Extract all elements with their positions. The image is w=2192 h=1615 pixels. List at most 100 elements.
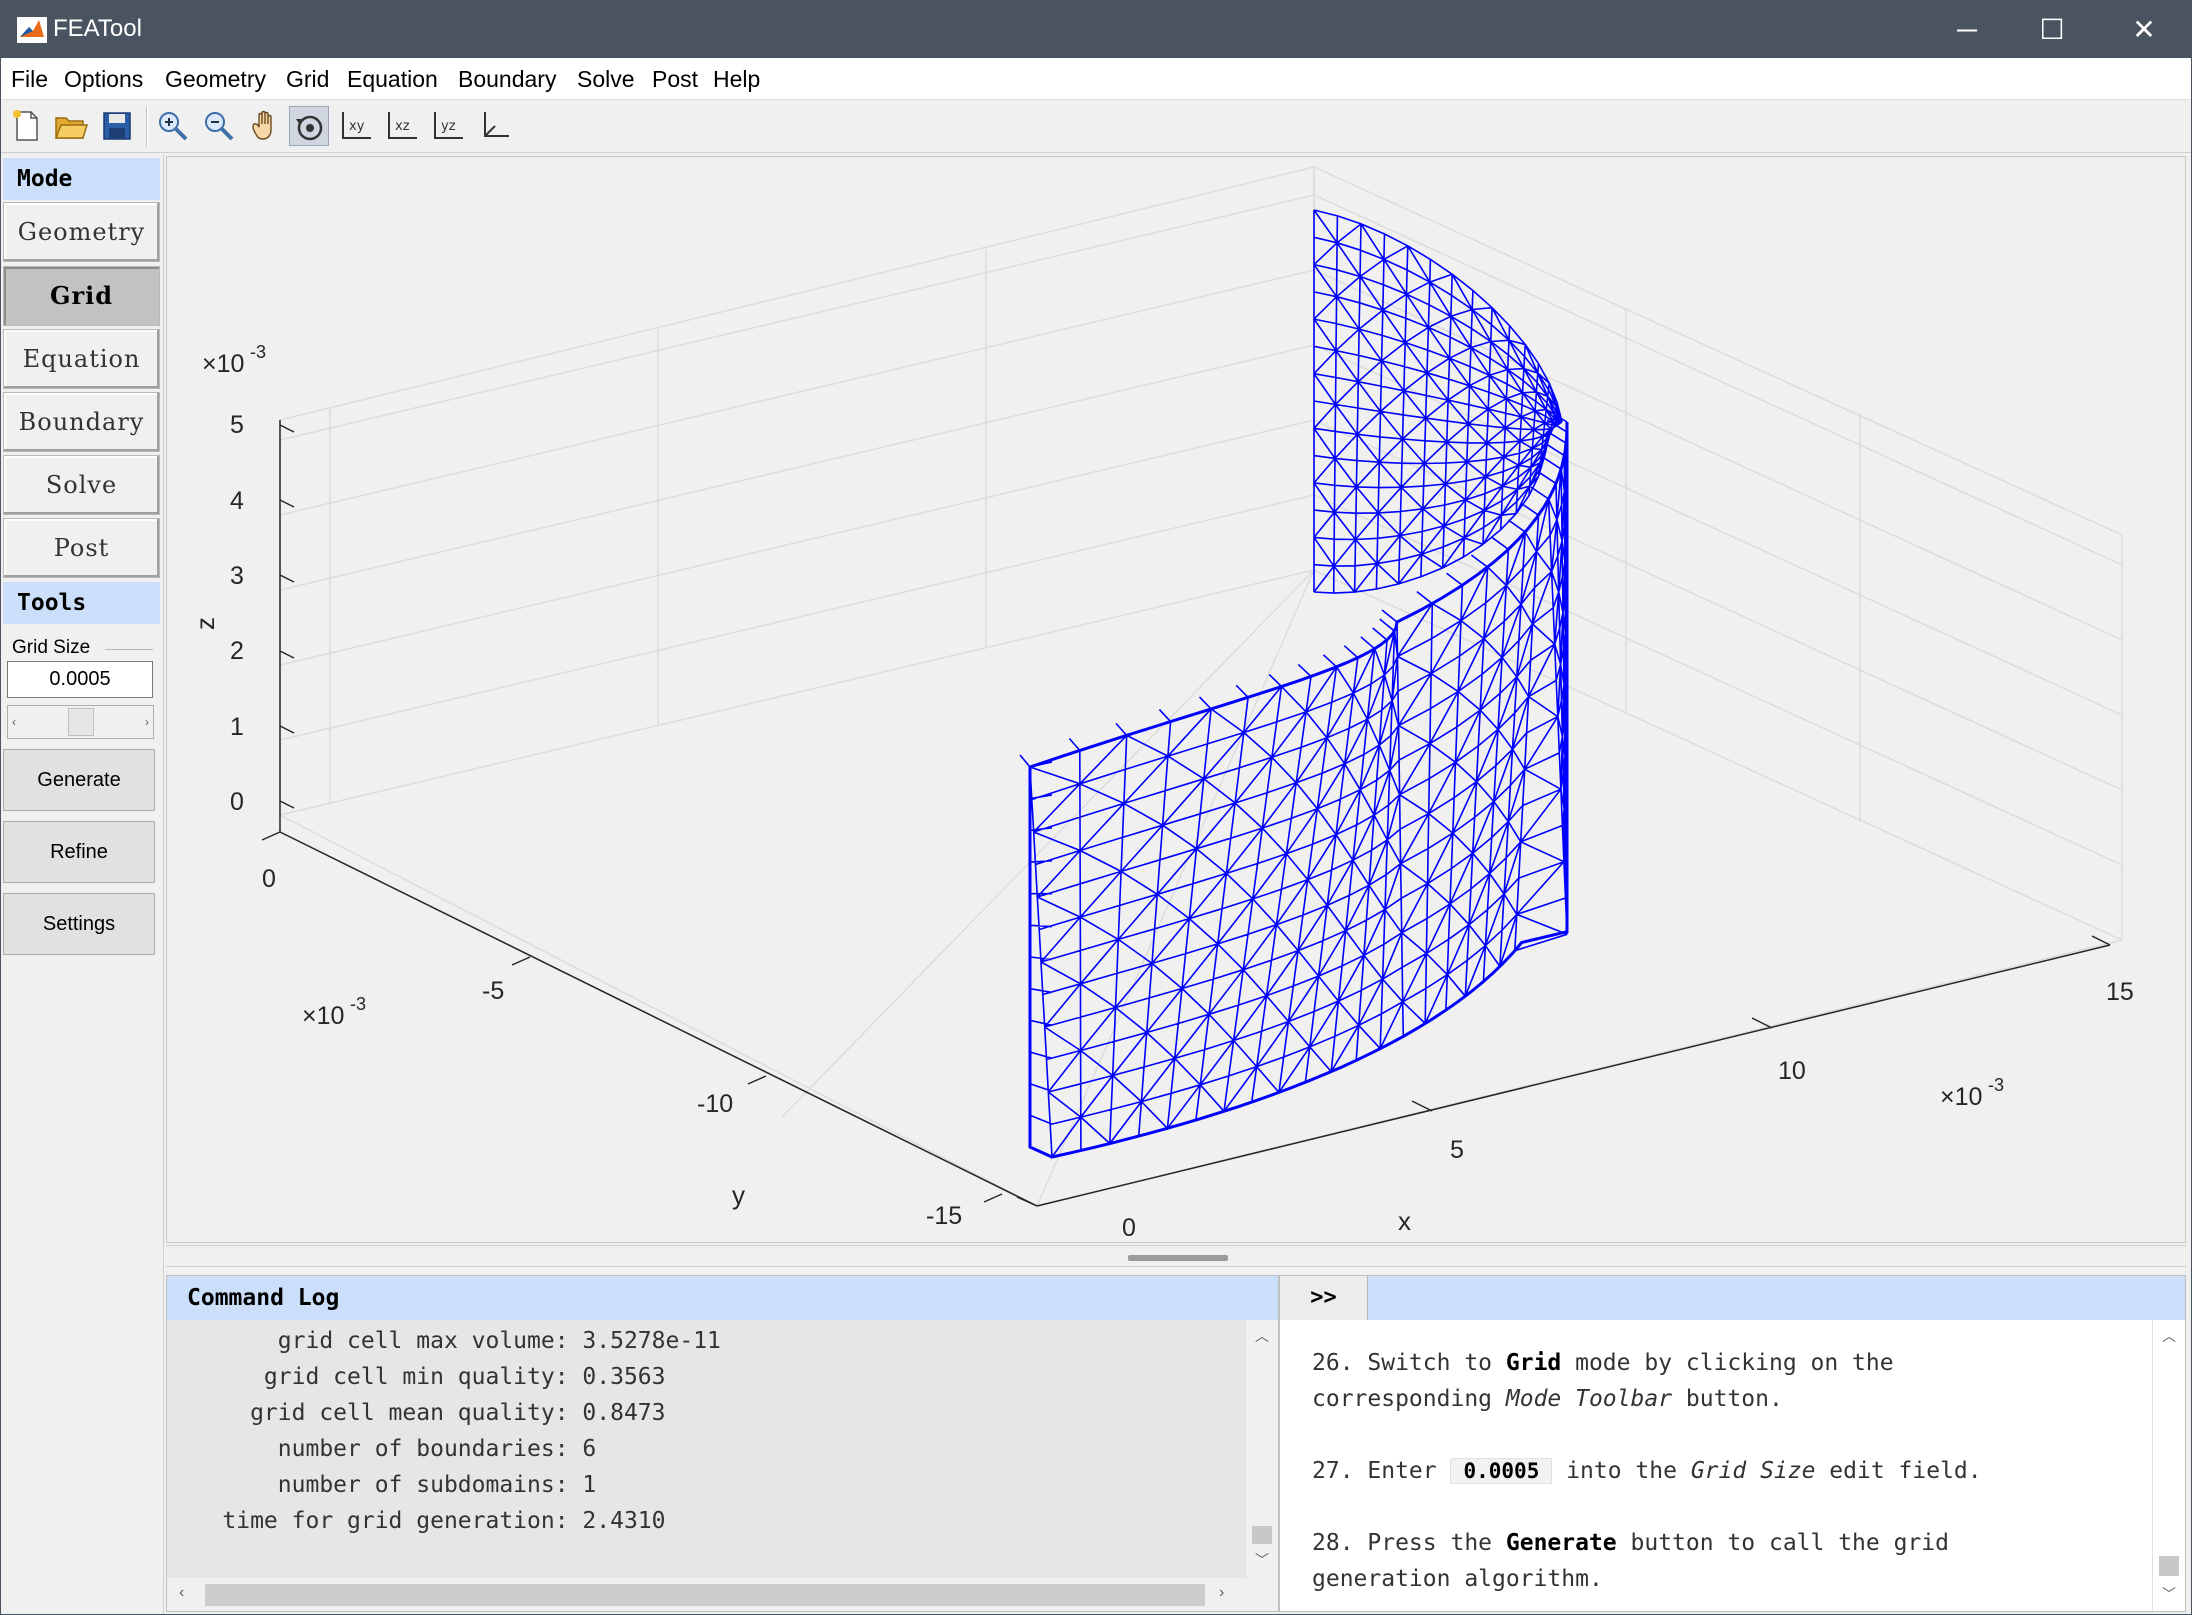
slider-thumb[interactable] — [67, 708, 94, 736]
mesh-plot-svg[interactable]: 0 5 10 15 0 -5 -10 -15 0 1 2 3 4 5 x y z — [167, 157, 2185, 1242]
axes-lines — [261, 420, 2111, 1207]
scroll-up-arrow-icon[interactable]: ︿ — [2153, 1326, 2185, 1346]
x-tick-15: 15 — [2106, 978, 2134, 1006]
toggle-tutorial-button[interactable]: >> — [1280, 1276, 1368, 1320]
menu-solve[interactable]: Solve — [577, 66, 635, 93]
panel-splitter[interactable] — [166, 1245, 2186, 1267]
scroll-left-arrow-icon[interactable]: ‹ — [179, 1584, 184, 1602]
tutorial-step-28-cont: generation algorithm. — [1312, 1566, 1603, 1592]
plot-area[interactable]: 0 5 10 15 0 -5 -10 -15 0 1 2 3 4 5 x y z — [166, 156, 2186, 1243]
pan-hand-icon[interactable] — [245, 106, 285, 146]
settings-button[interactable]: Settings — [3, 893, 155, 955]
log-vertical-scrollbar[interactable]: ︿ ﹀ — [1245, 1320, 1278, 1578]
x-tick-0: 0 — [1122, 1214, 1136, 1242]
mode-boundary-button[interactable]: Boundary — [3, 392, 160, 452]
svg-text:yz: yz — [441, 119, 456, 134]
save-icon[interactable] — [97, 106, 137, 146]
grid-size-slider[interactable]: ‹ › — [7, 705, 154, 739]
tetrahedral-mesh[interactable] — [1019, 209, 1569, 1159]
minimize-button[interactable]: ─ — [1921, 1, 2013, 58]
log-line: number of boundaries: 6 — [167, 1436, 597, 1462]
tutorial-step-26-cont: corresponding Mode Toolbar button. — [1312, 1386, 1783, 1412]
z-tick-1: 1 — [230, 713, 244, 741]
z-axis-label: z — [190, 617, 220, 630]
mode-header: Mode — [3, 158, 160, 200]
view-yz-icon[interactable]: yz — [429, 106, 469, 146]
y-exponent-base: ×10 — [302, 1002, 344, 1030]
scroll-right-arrow-icon[interactable]: › — [1219, 1584, 1224, 1602]
scroll-down-arrow-icon[interactable]: ﹀ — [1246, 1550, 1278, 1570]
mode-solve-button[interactable]: Solve — [3, 455, 160, 515]
mode-post-button[interactable]: Post — [3, 518, 160, 578]
scroll-up-arrow-icon[interactable]: ︿ — [1246, 1326, 1278, 1346]
grid-size-value-badge: 0.0005 — [1450, 1458, 1553, 1484]
close-button[interactable]: ✕ — [2098, 1, 2190, 58]
view-xy-icon[interactable]: xy — [337, 106, 377, 146]
generate-button[interactable]: Generate — [3, 749, 155, 811]
x-tick-10: 10 — [1778, 1057, 1806, 1085]
tutorial-text: 26. Switch to Grid mode by clicking on t… — [1280, 1320, 2152, 1611]
view-xz-icon[interactable]: xz — [383, 106, 423, 146]
log-horizontal-scrollbar[interactable]: ‹ › — [167, 1578, 1278, 1611]
y-tick-neg10: -10 — [697, 1090, 733, 1118]
z-tick-3: 3 — [230, 562, 244, 590]
refine-button[interactable]: Refine — [3, 821, 155, 883]
tools-header: Tools — [3, 582, 160, 624]
command-log-panel: Command Log grid cell max volume: 3.5278… — [166, 1275, 1279, 1612]
new-file-icon[interactable] — [7, 106, 47, 146]
mode-equation-button[interactable]: Equation — [3, 329, 160, 389]
menu-geometry[interactable]: Geometry — [165, 66, 266, 93]
zoom-out-icon[interactable] — [199, 106, 239, 146]
log-line: time for grid generation: 2.4310 — [167, 1508, 666, 1534]
grid-size-field[interactable]: 0.0005 — [7, 661, 153, 698]
maximize-button[interactable]: ☐ — [2006, 1, 2098, 58]
scroll-thumb[interactable] — [1252, 1526, 1272, 1544]
command-log-header: Command Log — [167, 1276, 1278, 1320]
scroll-thumb[interactable] — [205, 1584, 1205, 1606]
mode-grid-button[interactable]: Grid — [3, 266, 160, 326]
z-tick-5: 5 — [230, 411, 244, 439]
tutorial-step-28: 28. Press the Generate button to call th… — [1312, 1530, 1949, 1556]
scroll-down-arrow-icon[interactable]: ﹀ — [2153, 1584, 2185, 1604]
mode-panel: Mode Geometry Grid Equation Boundary Sol… — [1, 154, 164, 1614]
x-axis-label: x — [1398, 1206, 1411, 1236]
z-tick-4: 4 — [230, 487, 244, 515]
tutorial-vertical-scrollbar[interactable]: ︿ ﹀ — [2152, 1320, 2185, 1611]
x-exponent-power: -3 — [1988, 1075, 2004, 1095]
menu-grid[interactable]: Grid — [286, 66, 329, 93]
view-3d-icon[interactable] — [475, 106, 515, 146]
window-title: FEATool — [53, 15, 142, 42]
y-tick-0: 0 — [262, 865, 276, 893]
log-line: grid cell max volume: 3.5278e-11 — [167, 1328, 721, 1354]
menu-equation[interactable]: Equation — [347, 66, 438, 93]
scroll-thumb[interactable] — [2159, 1556, 2179, 1576]
menu-help[interactable]: Help — [713, 66, 760, 93]
menu-options[interactable]: Options — [64, 66, 143, 93]
zoom-in-icon[interactable] — [153, 106, 193, 146]
open-folder-icon[interactable] — [51, 106, 91, 146]
menu-post[interactable]: Post — [652, 66, 698, 93]
tutorial-step-27: 27. Enter 0.0005 into the Grid Size edit… — [1312, 1458, 1982, 1484]
matlab-logo-icon — [17, 17, 47, 43]
z-exponent-base: ×10 — [202, 350, 244, 378]
tutorial-step-26: 26. Switch to Grid mode by clicking on t… — [1312, 1350, 1894, 1376]
log-line: grid cell mean quality: 0.8473 — [167, 1400, 666, 1426]
tutorial-panel: >> 26. Switch to Grid mode by clicking o… — [1279, 1275, 2186, 1612]
x-tick-5: 5 — [1450, 1136, 1464, 1164]
z-tick-2: 2 — [230, 637, 244, 665]
slider-right-arrow-icon[interactable]: › — [141, 706, 153, 738]
rotate-3d-icon[interactable] — [289, 106, 329, 146]
exponent-labels: ×10 -3 ×10 -3 ×10 -3 — [202, 342, 2004, 1111]
mode-geometry-button[interactable]: Geometry — [3, 202, 160, 262]
featool-window: FEATool ─ ☐ ✕ File Options Geometry Grid… — [0, 0, 2192, 1615]
splitter-grip[interactable] — [1128, 1255, 1228, 1261]
toolbar: xy xz yz — [1, 100, 2191, 153]
slider-left-arrow-icon[interactable]: ‹ — [8, 706, 20, 738]
tutorial-header: >> — [1280, 1276, 2185, 1320]
menu-file[interactable]: File — [11, 66, 48, 93]
z-tick-0: 0 — [230, 788, 244, 816]
axis-labels: x y z — [190, 617, 1411, 1236]
title-bar: FEATool ─ ☐ ✕ — [1, 1, 2191, 58]
menu-boundary[interactable]: Boundary — [458, 66, 556, 93]
menu-bar: File Options Geometry Grid Equation Boun… — [1, 58, 2191, 100]
